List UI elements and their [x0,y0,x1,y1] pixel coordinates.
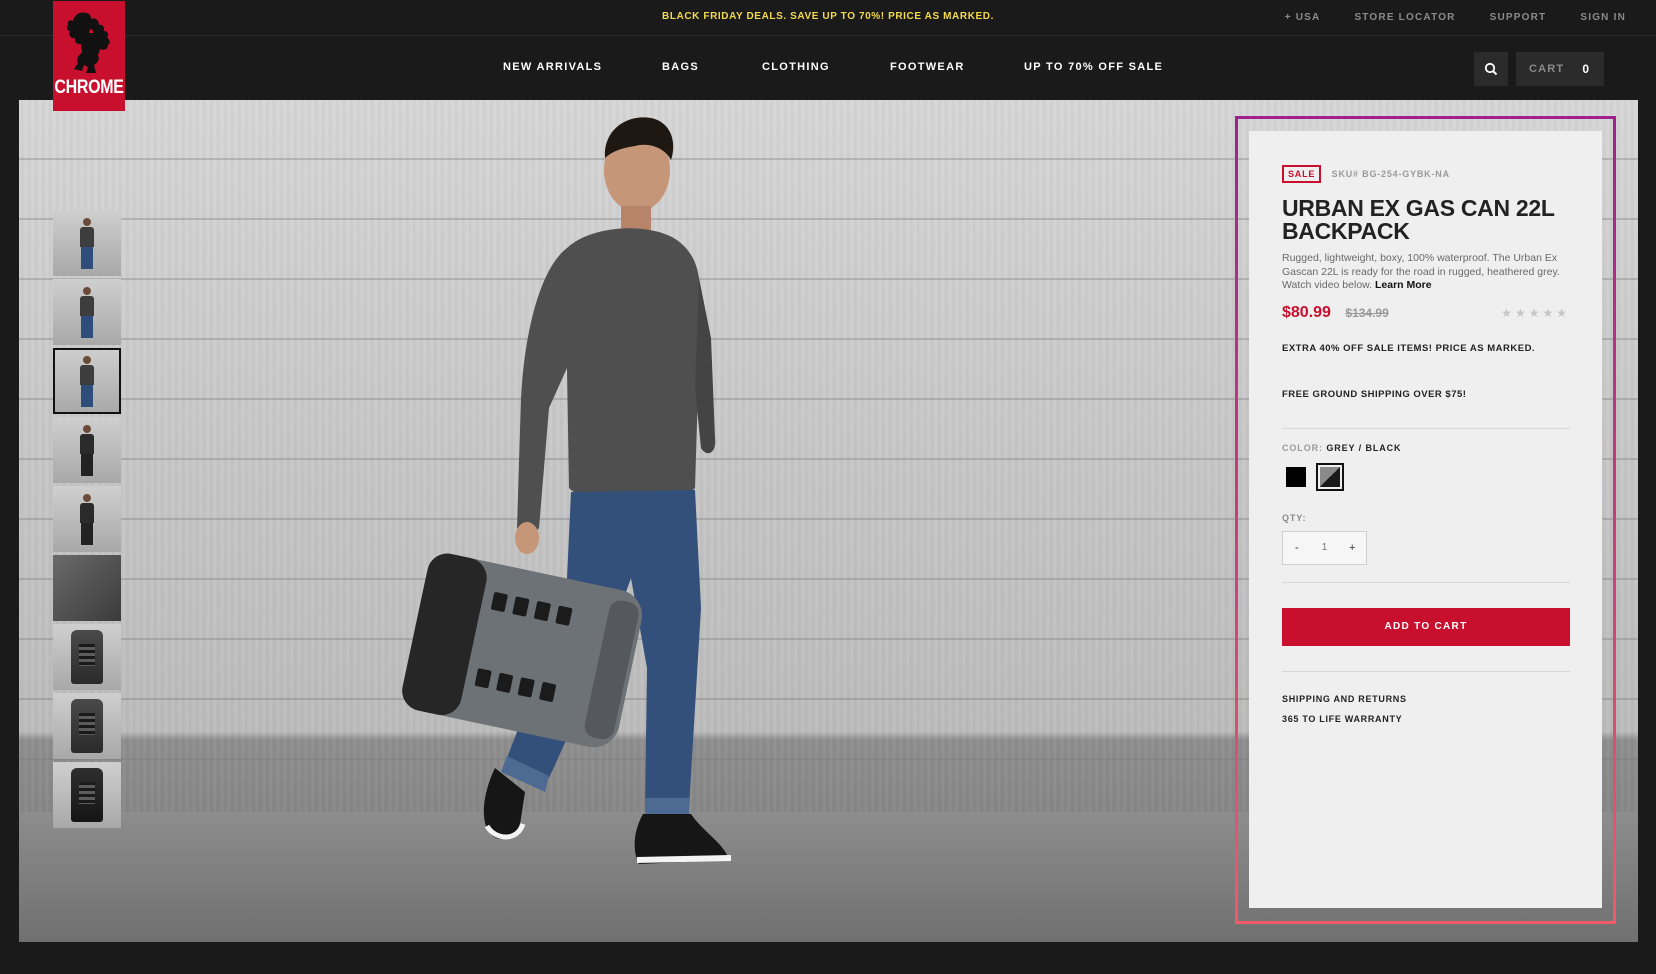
color-value: GREY / BLACK [1326,442,1402,453]
star-icon: ★ [1528,305,1543,320]
divider [1282,670,1570,672]
griffin-icon [66,12,110,74]
learn-more-link[interactable]: Learn More [1375,279,1432,291]
utility-bar: BLACK FRIDAY DEALS. SAVE UP TO 70%! PRIC… [0,0,1656,36]
star-icon: ★ [1514,305,1529,320]
thumbnail-1[interactable] [53,210,121,276]
model-with-backpack-image [402,117,732,864]
nav-footwear[interactable]: FOOTWEAR [890,61,965,73]
nav-sale[interactable]: UP TO 70% OFF SALE [1024,61,1163,73]
logo-wordmark: CHROME [54,77,124,98]
thumbnail-8[interactable] [53,693,121,759]
nav-bags[interactable]: BAGS [662,61,699,73]
color-label: COLOR: [1282,442,1323,453]
thumbnail-gallery [53,210,121,831]
star-icon: ★ [1556,305,1570,320]
thumbnail-9[interactable] [53,762,121,828]
product-description: Rugged, lightweight, boxy, 100% waterpro… [1282,252,1570,293]
original-price: $134.99 [1345,305,1389,320]
thumbnail-4[interactable] [53,417,121,483]
sign-in-link[interactable]: SIGN IN [1580,12,1626,23]
qty-decrement-button[interactable]: - [1283,542,1311,554]
store-locator-link[interactable]: STORE LOCATOR [1354,12,1455,23]
thumbnail-6[interactable] [53,555,121,621]
thumbnail-5[interactable] [53,486,121,552]
page: BLACK FRIDAY DEALS. SAVE UP TO 70%! PRIC… [0,0,1656,974]
add-to-cart-button[interactable]: ADD TO CART [1282,607,1570,646]
thumbnail-7[interactable] [53,624,121,690]
swatch-black[interactable] [1282,463,1310,491]
shipping-returns-link[interactable]: SHIPPING AND RETURNS [1282,694,1570,704]
cart-button[interactable]: CART 0 [1516,52,1604,86]
nav-clothing[interactable]: CLOTHING [762,61,830,73]
product-sku: SKU# BG-254-GYBK-NA [1331,169,1450,179]
shipping-promo-text: FREE GROUND SHIPPING OVER $75! [1282,388,1467,400]
star-icon: ★ [1501,305,1515,320]
cart-count: 0 [1582,62,1590,76]
sale-price: $80.99 [1282,303,1331,321]
color-swatches [1282,462,1570,491]
cart-label: CART [1529,63,1565,75]
thumbnail-2[interactable] [53,279,121,345]
chrome-logo[interactable]: CHROME [53,1,125,111]
quantity-stepper: - 1 + [1282,530,1367,565]
product-title: URBAN EX GAS CAN 22L BACKPACK [1282,195,1555,244]
sale-badge: SALE [1282,165,1322,183]
price-row: $80.99 $134.99 ★★★★★ [1282,304,1570,326]
warranty-link[interactable]: 365 TO LIFE WARRANTY [1282,714,1570,724]
utility-links: + USA STORE LOCATOR SUPPORT SIGN IN [1285,12,1626,23]
sale-promo-text: EXTRA 40% OFF SALE ITEMS! PRICE AS MARKE… [1282,342,1536,354]
support-link[interactable]: SUPPORT [1490,12,1547,23]
rating-stars[interactable]: ★★★★★ [1501,306,1570,320]
nav-new-arrivals[interactable]: NEW ARRIVALS [503,61,602,73]
swatch-grey-black[interactable] [1316,462,1344,491]
search-button[interactable] [1474,52,1508,86]
qty-input[interactable]: 1 [1311,542,1339,553]
qty-label: QTY: [1282,512,1307,523]
thumbnail-3[interactable] [53,348,121,414]
qty-increment-button[interactable]: + [1338,542,1366,554]
divider [1282,581,1570,583]
search-icon [1484,62,1498,76]
divider [1282,427,1570,429]
color-selector-label: COLOR: GREY / BLACK [1282,443,1570,453]
region-selector[interactable]: + USA [1285,12,1321,23]
product-info-panel: SALE SKU# BG-254-GYBK-NA URBAN EX GAS CA… [1249,131,1602,908]
star-icon: ★ [1542,305,1557,320]
